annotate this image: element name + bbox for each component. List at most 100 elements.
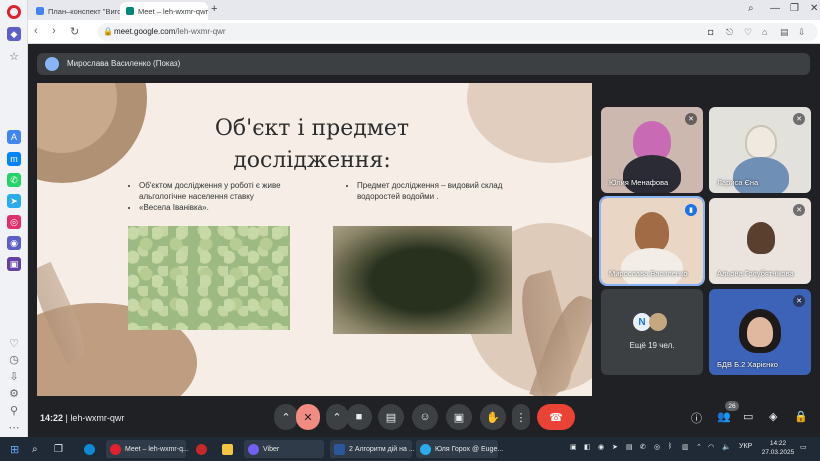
telegram-icon[interactable]: ➤: [7, 194, 21, 208]
camera-icon[interactable]: ◘: [708, 27, 713, 37]
volume-icon[interactable]: 🔈: [722, 443, 731, 451]
start-button[interactable]: ⊞: [6, 440, 23, 458]
minimize-icon[interactable]: —: [770, 3, 780, 14]
search-button[interactable]: ⌕: [28, 440, 42, 458]
participant-tile[interactable]: ✕ Альона Голубятнікова: [709, 198, 811, 284]
history-icon[interactable]: ◷: [7, 352, 21, 366]
workspace-icon[interactable]: ◆: [7, 27, 21, 41]
taskbar-item-app[interactable]: [192, 440, 215, 458]
info-icon[interactable]: ⓘ: [691, 410, 702, 426]
people-icon[interactable]: 👥: [717, 410, 731, 423]
participant-video: [623, 155, 681, 193]
forward-icon[interactable]: ›: [52, 25, 56, 37]
tab-meet[interactable]: Meet – leh-wxmr-qwr ✕: [120, 2, 208, 20]
new-tab-button[interactable]: +: [211, 3, 217, 15]
participant-name: Лариса Єна: [717, 178, 759, 187]
browser-sidebar: ◆ ☆ A m ✆ ➤ ◎ ◉ ▣ ♡ ◷ ⇩ ⚙ ⚲ ⋯: [0, 0, 28, 437]
captions-button[interactable]: ▤: [378, 404, 404, 430]
tab-label: Meet – leh-wxmr-qwr: [138, 6, 208, 16]
discord-icon[interactable]: ◉: [7, 236, 21, 250]
viber-tray-icon[interactable]: ✆: [640, 443, 646, 451]
more-participants-label: Ещё 19 чел.: [629, 341, 675, 350]
microphone-button[interactable]: ✕: [296, 404, 320, 430]
close-window-icon[interactable]: ✕: [810, 3, 818, 14]
app-icon: [196, 443, 207, 455]
messenger-icon[interactable]: m: [7, 152, 21, 166]
taskbar-item-viber[interactable]: Viber: [244, 440, 324, 458]
heart-icon[interactable]: ♡: [7, 336, 21, 350]
participant-video: [635, 212, 669, 252]
downloads-icon[interactable]: ⇩: [7, 369, 21, 383]
more-vert-icon: ⋮: [515, 411, 527, 424]
telegram-tray-icon[interactable]: ➤: [612, 443, 618, 451]
leave-call-button[interactable]: ☎: [537, 404, 575, 430]
restore-icon[interactable]: ❐: [790, 3, 799, 14]
download-icon[interactable]: ⇩: [798, 27, 806, 38]
reactions-button[interactable]: ☺: [412, 404, 438, 430]
tray-app-icon[interactable]: ▤: [626, 443, 633, 451]
activities-icon[interactable]: ◈: [769, 410, 777, 423]
raise-hand-button[interactable]: ✋: [480, 404, 506, 430]
present-button[interactable]: ▣: [446, 404, 472, 430]
tab-plan[interactable]: План–конспект "Виготов: [30, 2, 120, 20]
tray-app-icon[interactable]: ▥: [682, 443, 689, 451]
taskbar-item-explorer[interactable]: [218, 440, 241, 458]
star-icon[interactable]: ☆: [7, 49, 21, 63]
task-view-button[interactable]: ❐: [50, 440, 67, 458]
twitch-icon[interactable]: ▣: [7, 257, 21, 271]
chat-icon[interactable]: ▭: [743, 410, 753, 423]
pin-icon[interactable]: ⚲: [7, 403, 21, 417]
reload-icon[interactable]: ↻: [70, 25, 79, 38]
participant-name: Альона Голубятнікова: [717, 269, 794, 278]
aria-icon[interactable]: A: [7, 130, 21, 144]
opera-logo-icon[interactable]: [7, 5, 21, 19]
participant-tile[interactable]: ✕ Юлия Менафова: [601, 107, 703, 193]
heart-icon[interactable]: ♡: [744, 27, 752, 38]
taskbar-item-meet[interactable]: Meet – leh-wxmr-q...: [106, 440, 189, 458]
camera-button[interactable]: ■: [346, 404, 372, 430]
whatsapp-icon[interactable]: ✆: [7, 173, 21, 187]
more-participants-tile[interactable]: N Ещё 19 чел.: [601, 289, 703, 375]
tray-app-icon[interactable]: ▣: [570, 443, 577, 451]
meet-favicon-icon: [126, 7, 134, 15]
pond-algae-image: [333, 226, 512, 334]
host-controls-icon[interactable]: 🔒: [794, 410, 808, 423]
mic-off-icon: ✕: [793, 295, 805, 307]
bluetooth-icon[interactable]: ᛒ: [668, 443, 672, 450]
bullet-text: Об'єктом дослідження у роботі є живе аль…: [139, 180, 291, 202]
address-bar[interactable]: 🔒 meet.google.com/leh-wxmr-qwr ◘ ⎋ ♡ ⌂ ▤…: [98, 23, 818, 41]
show-hidden-icons[interactable]: ⌃: [696, 443, 702, 451]
search-tabs-icon[interactable]: ⌕: [748, 3, 754, 14]
url-text: meet.google.com/leh-wxmr-qwr: [114, 27, 226, 36]
word-icon: [334, 443, 345, 455]
instagram-icon[interactable]: ◎: [7, 215, 21, 229]
language-indicator[interactable]: УКР: [739, 443, 752, 450]
video-options-button[interactable]: ⌃: [326, 404, 348, 430]
task-view-icon: ❐: [54, 443, 63, 455]
taskbar-item-telegram[interactable]: Юля Горох @ Euge...: [416, 440, 503, 458]
edge-icon: [84, 443, 95, 455]
audio-options-button[interactable]: ⌃: [274, 404, 298, 430]
more-icon[interactable]: ⋯: [7, 420, 21, 434]
system-clock[interactable]: 14:22 27.03.2025: [760, 439, 796, 457]
share-icon[interactable]: ⎋: [726, 27, 733, 38]
taskbar-item-word[interactable]: 2 Алгоритм дій на ...: [330, 440, 415, 458]
participant-tile[interactable]: ✕ БДВ Б.2 Харієнко: [709, 289, 811, 375]
back-icon[interactable]: ‹: [34, 25, 38, 37]
edge-button[interactable]: [80, 440, 103, 458]
bullet-text: «Весела Іванівка».: [139, 202, 291, 213]
wallet-icon[interactable]: ▤: [780, 27, 789, 38]
tray-app-icon[interactable]: ◎: [654, 443, 660, 451]
wifi-icon[interactable]: ◠: [708, 443, 714, 451]
notifications-icon[interactable]: ▭: [800, 443, 807, 451]
tray-app-icon[interactable]: ◉: [598, 443, 604, 451]
video-camera-icon: ■: [355, 411, 363, 423]
search-icon: ⌕: [32, 443, 38, 455]
tray-app-icon[interactable]: ◧: [584, 443, 591, 451]
more-options-button[interactable]: ⋮: [512, 404, 530, 430]
settings-icon[interactable]: ⚙: [7, 386, 21, 400]
bookmark-icon[interactable]: ⌂: [762, 27, 767, 37]
participant-tile[interactable]: ▮ Мирослава Василенко: [599, 196, 705, 286]
participant-tile[interactable]: ✕ Лариса Єна: [709, 107, 811, 193]
avatar: [45, 57, 59, 71]
